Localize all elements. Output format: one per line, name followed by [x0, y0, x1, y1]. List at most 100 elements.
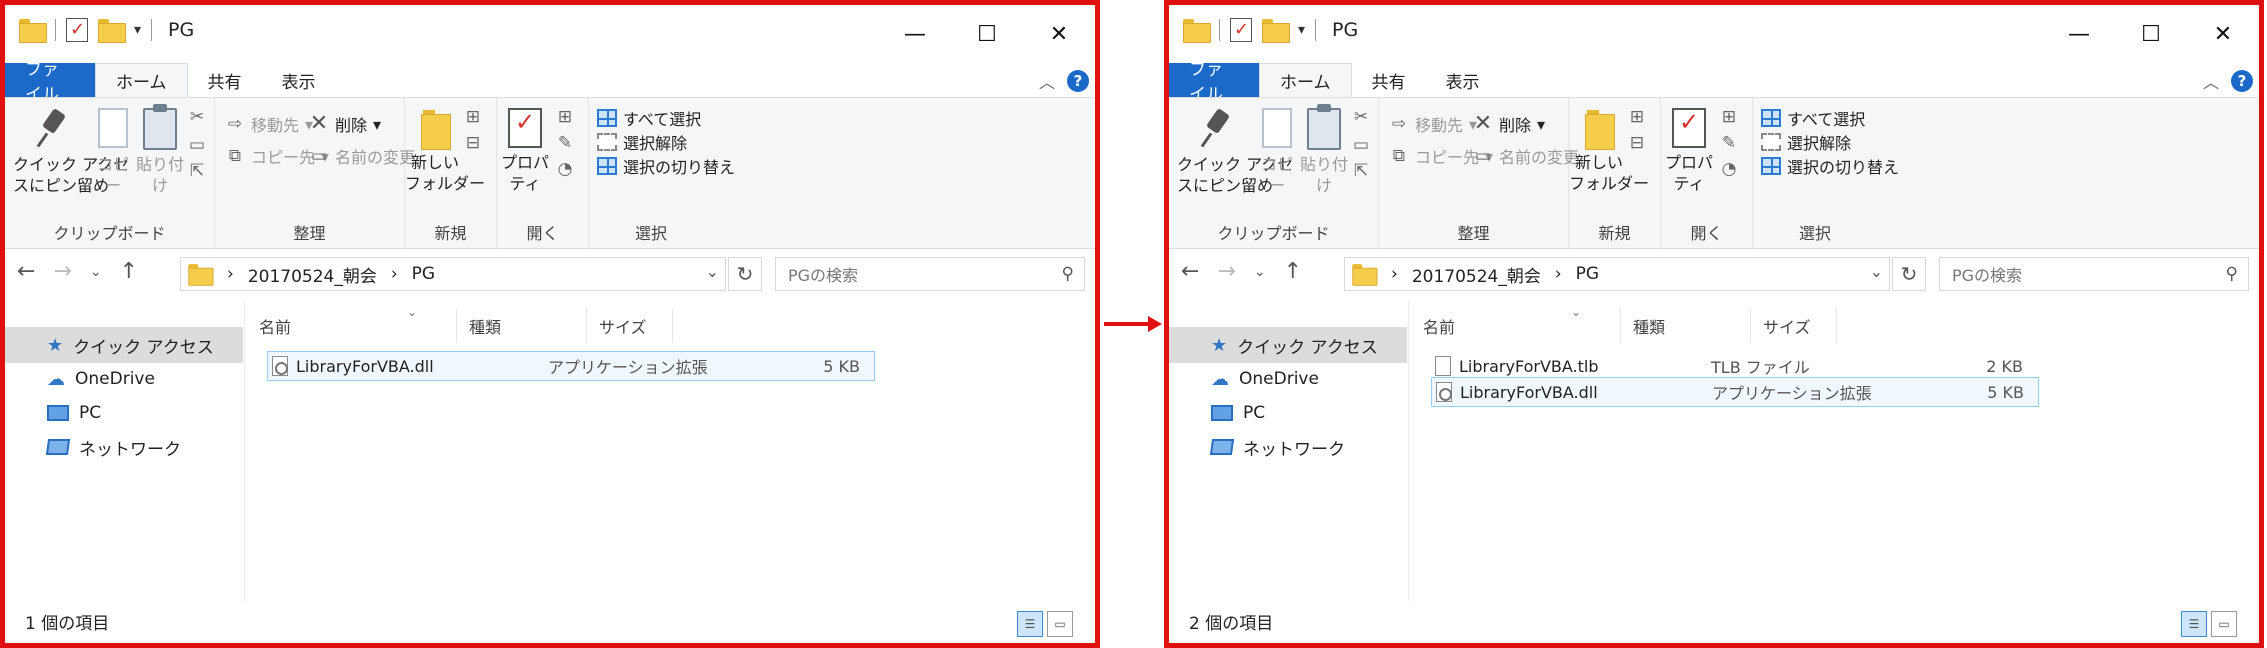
- refresh-button[interactable]: ↻: [728, 257, 762, 291]
- copy-button[interactable]: コピー: [91, 108, 135, 196]
- cut-button[interactable]: ✂: [187, 108, 207, 126]
- new-folder-button[interactable]: 新しい フォルダー: [1569, 108, 1649, 194]
- select-none-button[interactable]: 選択解除: [597, 130, 687, 154]
- chevron-right-icon[interactable]: ›: [227, 264, 234, 284]
- pin-quick-access-button[interactable]: クイック アクセ スにピン留め: [13, 108, 129, 196]
- nav-item-network[interactable]: ネットワーク: [5, 429, 243, 465]
- up-icon[interactable]: ↑: [120, 259, 138, 284]
- cut-button[interactable]: ✂: [1351, 108, 1371, 126]
- properties-button[interactable]: プロパティ: [497, 108, 553, 194]
- invert-selection-button[interactable]: 選択の切り替え: [597, 154, 735, 178]
- paste-shortcut-button[interactable]: ⇱: [1351, 162, 1371, 180]
- pin-quick-access-button[interactable]: クイック アクセ スにピン留め: [1177, 108, 1293, 196]
- forward-icon[interactable]: →: [1217, 259, 1235, 284]
- up-icon[interactable]: ↑: [1284, 259, 1302, 284]
- new-item-button[interactable]: ⊞: [1627, 108, 1647, 126]
- copy-button[interactable]: コピー: [1255, 108, 1299, 196]
- nav-item-quick-access[interactable]: ★ クイック アクセス: [5, 327, 243, 363]
- table-row[interactable]: LibraryForVBA.dll アプリケーション拡張 5 KB: [267, 351, 875, 381]
- tab-share[interactable]: 共有: [1352, 63, 1426, 97]
- tab-file[interactable]: ファイル: [1169, 60, 1259, 105]
- open-button[interactable]: ⊞: [1719, 108, 1739, 126]
- search-input[interactable]: PGの検索 ⚲: [1939, 257, 2249, 291]
- open-button[interactable]: ⊞: [555, 108, 575, 126]
- help-icon[interactable]: ?: [1067, 70, 1089, 92]
- refresh-button[interactable]: ↻: [1892, 257, 1926, 291]
- column-header-size[interactable]: サイズ: [1751, 309, 1837, 343]
- details-view-button[interactable]: ☰: [1017, 611, 1043, 637]
- rename-button[interactable]: ▭ 名前の変更: [309, 144, 415, 168]
- new-folder-button[interactable]: 新しい フォルダー: [405, 108, 485, 194]
- minimize-button[interactable]: —: [879, 5, 951, 63]
- tab-share[interactable]: 共有: [188, 63, 262, 97]
- customize-toolbar-icon[interactable]: ▾: [134, 22, 141, 38]
- move-to-button[interactable]: ⇨ 移動先 ▾: [1389, 112, 1477, 136]
- copy-path-button[interactable]: ▭: [187, 136, 207, 154]
- column-header-name[interactable]: ⌄ 名前: [247, 305, 457, 343]
- collapse-ribbon-icon[interactable]: ︿: [2203, 69, 2219, 93]
- forward-icon[interactable]: →: [53, 259, 71, 284]
- easy-access-button[interactable]: ⊟: [463, 134, 483, 152]
- edit-button[interactable]: ✎: [1719, 134, 1739, 152]
- paste-shortcut-button[interactable]: ⇱: [187, 162, 207, 180]
- tab-home[interactable]: ホーム: [95, 63, 188, 97]
- paste-button[interactable]: 貼り付け: [135, 104, 185, 196]
- breadcrumb-segment[interactable]: 20170524_朝会: [248, 262, 377, 287]
- large-icons-view-button[interactable]: ▭: [1047, 611, 1073, 637]
- address-dropdown-icon[interactable]: ⌄: [706, 262, 719, 281]
- invert-selection-button[interactable]: 選択の切り替え: [1761, 154, 1899, 178]
- minimize-button[interactable]: —: [2043, 5, 2115, 63]
- select-none-button[interactable]: 選択解除: [1761, 130, 1851, 154]
- collapse-ribbon-icon[interactable]: ︿: [1039, 69, 1055, 93]
- maximize-button[interactable]: ☐: [2115, 5, 2187, 63]
- maximize-button[interactable]: ☐: [951, 5, 1023, 63]
- breadcrumb-segment[interactable]: PG: [412, 264, 435, 284]
- delete-button[interactable]: ✕ 削除 ▾: [1473, 112, 1545, 136]
- large-icons-view-button[interactable]: ▭: [2211, 611, 2237, 637]
- column-header-type[interactable]: 種類: [457, 309, 587, 343]
- back-icon[interactable]: ←: [17, 259, 35, 284]
- nav-item-pc[interactable]: PC: [1169, 395, 1407, 431]
- column-header-type[interactable]: 種類: [1621, 309, 1751, 343]
- new-folder-icon[interactable]: [98, 19, 126, 43]
- easy-access-button[interactable]: ⊟: [1627, 134, 1647, 152]
- column-header-size[interactable]: サイズ: [587, 309, 673, 343]
- move-to-button[interactable]: ⇨ 移動先 ▾: [225, 112, 313, 136]
- new-item-button[interactable]: ⊞: [463, 108, 483, 126]
- nav-item-onedrive[interactable]: ☁ OneDrive: [1169, 361, 1407, 397]
- chevron-right-icon[interactable]: ›: [391, 264, 398, 284]
- column-header-name[interactable]: ⌄ 名前: [1411, 305, 1621, 343]
- nav-item-onedrive[interactable]: ☁ OneDrive: [5, 361, 243, 397]
- nav-item-network[interactable]: ネットワーク: [1169, 429, 1407, 465]
- address-bar[interactable]: › 20170524_朝会 › PG ⌄: [1344, 257, 1890, 291]
- address-bar[interactable]: › 20170524_朝会 › PG ⌄: [180, 257, 726, 291]
- rename-button[interactable]: ▭ 名前の変更: [1473, 144, 1579, 168]
- breadcrumb-segment[interactable]: 20170524_朝会: [1412, 262, 1541, 287]
- nav-item-pc[interactable]: PC: [5, 395, 243, 431]
- tab-home[interactable]: ホーム: [1259, 63, 1352, 97]
- breadcrumb-segment[interactable]: PG: [1576, 264, 1599, 284]
- paste-button[interactable]: 貼り付け: [1299, 104, 1349, 196]
- properties-button[interactable]: プロパティ: [1661, 108, 1717, 194]
- tab-file[interactable]: ファイル: [5, 60, 95, 105]
- copy-path-button[interactable]: ▭: [1351, 136, 1371, 154]
- select-all-button[interactable]: すべて選択: [597, 106, 701, 130]
- help-icon[interactable]: ?: [2231, 70, 2253, 92]
- search-input[interactable]: PGの検索 ⚲: [775, 257, 1085, 291]
- tab-view[interactable]: 表示: [262, 63, 336, 97]
- recent-locations-icon[interactable]: ⌄: [90, 264, 102, 280]
- new-folder-icon[interactable]: [1262, 19, 1290, 43]
- recent-locations-icon[interactable]: ⌄: [1254, 264, 1266, 280]
- chevron-right-icon[interactable]: ›: [1391, 264, 1398, 284]
- nav-item-quick-access[interactable]: ★ クイック アクセス: [1169, 327, 1407, 363]
- customize-toolbar-icon[interactable]: ▾: [1298, 22, 1305, 38]
- address-dropdown-icon[interactable]: ⌄: [1870, 262, 1883, 281]
- back-icon[interactable]: ←: [1181, 259, 1199, 284]
- history-button[interactable]: ◔: [1719, 160, 1739, 178]
- history-button[interactable]: ◔: [555, 160, 575, 178]
- delete-button[interactable]: ✕ 削除 ▾: [309, 112, 381, 136]
- close-button[interactable]: ✕: [1023, 5, 1095, 63]
- close-button[interactable]: ✕: [2187, 5, 2259, 63]
- properties-icon[interactable]: [66, 18, 88, 42]
- tab-view[interactable]: 表示: [1426, 63, 1500, 97]
